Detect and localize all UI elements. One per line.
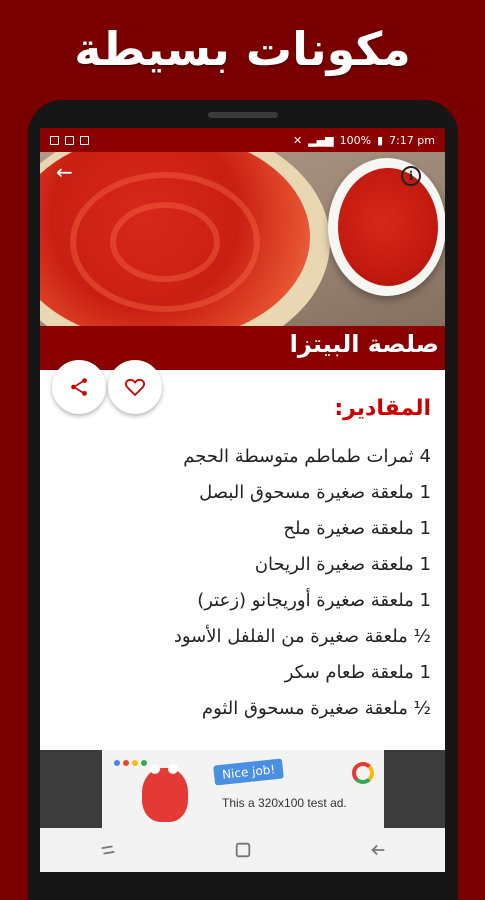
recipe-title-bar: صلصة البيتزا xyxy=(40,326,445,370)
back-button[interactable] xyxy=(363,835,393,865)
phone-speaker xyxy=(208,112,278,118)
recipe-title: صلصة البيتزا xyxy=(289,330,439,358)
promo-title: مكونات بسيطة xyxy=(74,22,411,76)
recents-button[interactable] xyxy=(93,835,123,865)
ad-monster-image xyxy=(142,764,188,822)
recipe-hero-image: ← i xyxy=(40,152,445,326)
test-ad[interactable]: Nice job! This a 320x100 test ad. xyxy=(102,750,384,828)
ad-banner[interactable]: Nice job! This a 320x100 test ad. xyxy=(40,750,445,828)
ingredient-item: 1 ملعقة صغيرة مسحوق البصل xyxy=(199,482,431,503)
home-button[interactable] xyxy=(228,835,258,865)
notification-icon xyxy=(50,135,59,145)
sauce-swirl xyxy=(110,202,220,282)
ingredient-item: 1 ملعقة صغيرة الريحان xyxy=(254,554,431,575)
ingredients-list: 4 ثمرات طماطم متوسطة الحجم 1 ملعقة صغيرة… xyxy=(51,439,431,727)
share-icon xyxy=(71,378,87,396)
home-icon xyxy=(235,842,250,858)
back-arrow-icon[interactable]: ← xyxy=(56,162,78,184)
ad-dots xyxy=(114,760,147,766)
ingredient-item: 1 ملعقة صغيرة أوريجانو (زعتر) xyxy=(197,590,431,611)
ad-text: This a 320x100 test ad. xyxy=(222,796,347,810)
sim-icon xyxy=(65,135,74,145)
ingredient-item: ½ ملعقة صغيرة من الفلفل الأسود xyxy=(173,626,431,647)
signal-icon: ▂▄▆ xyxy=(308,133,334,147)
bowl-sauce xyxy=(338,168,438,286)
battery-level: 100% xyxy=(339,133,372,147)
back-icon xyxy=(370,844,384,856)
ingredient-item: ½ ملعقة صغيرة مسحوق الثوم xyxy=(201,698,431,719)
system-nav-bar xyxy=(40,828,445,872)
ad-bubble: Nice job! xyxy=(213,758,285,786)
phone-frame-bottom xyxy=(28,872,458,900)
ingredient-item: 4 ثمرات طماطم متوسطة الحجم xyxy=(183,446,431,467)
app-screen: ✕ ▂▄▆ 100% ▮ 7:17 pm ← i صلصة البيتزا ال… xyxy=(40,128,445,872)
ingredients-section: المقادير: 4 ثمرات طماطم متوسطة الحجم 1 م… xyxy=(51,396,431,727)
info-icon[interactable]: i xyxy=(401,166,421,186)
recents-icon xyxy=(101,845,114,855)
status-bar: ✕ ▂▄▆ 100% ▮ 7:17 pm xyxy=(40,128,445,152)
clock: 7:17 pm xyxy=(389,133,435,147)
ingredient-item: 1 ملعقة صغيرة ملح xyxy=(283,518,431,539)
ad-logo-icon xyxy=(352,762,374,784)
mute-icon: ✕ xyxy=(292,133,303,147)
battery-icon: ▮ xyxy=(377,133,384,147)
ingredients-heading: المقادير: xyxy=(334,396,431,421)
ingredient-item: 1 ملعقة طعام سكر xyxy=(284,662,431,683)
clipboard-icon xyxy=(80,135,89,145)
